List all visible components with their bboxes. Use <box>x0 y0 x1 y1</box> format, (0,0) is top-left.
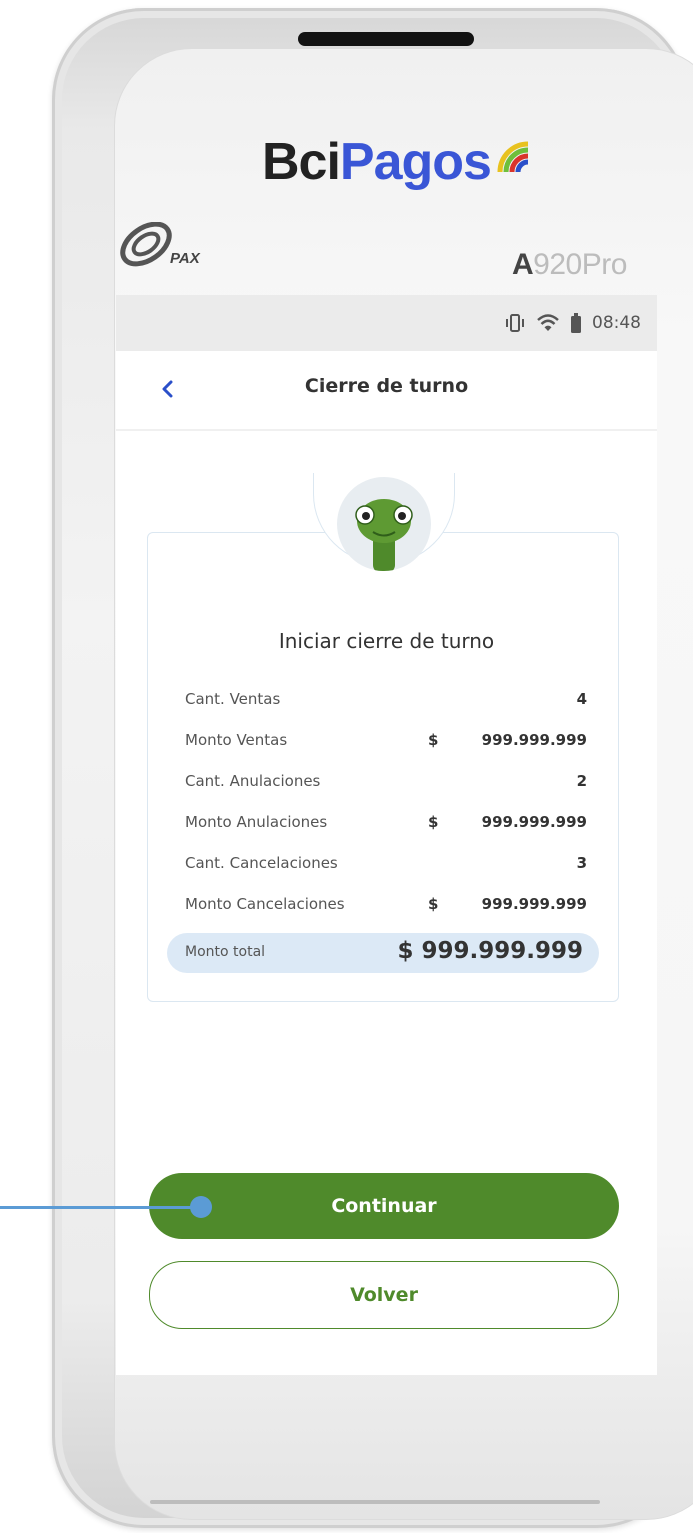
row-value: 999.999.999 <box>481 895 587 913</box>
logo-bci-text: Bci <box>262 133 341 191</box>
summary-row-monto-anulaciones: Monto Anulaciones $ 999.999.999 <box>167 803 587 844</box>
row-value: 3 <box>576 854 587 872</box>
wifi-icon <box>537 314 559 331</box>
status-icons: 08:48 <box>504 311 641 335</box>
summary-row-cant-ventas: Cant. Ventas 4 <box>167 680 587 721</box>
row-value: 2 <box>576 772 587 790</box>
continue-button[interactable]: Continuar <box>149 1173 619 1239</box>
page-title: Cierre de turno <box>304 375 469 397</box>
total-value: $ 999.999.999 <box>397 938 583 964</box>
logo-pagos-text: Pagos <box>339 133 492 191</box>
row-label: Monto Cancelaciones <box>185 895 345 913</box>
summary-row-cant-cancelaciones: Cant. Cancelaciones 3 <box>167 844 587 885</box>
annotation-pointer-line <box>0 1206 200 1209</box>
summary-rows: Cant. Ventas 4 Monto Ventas $ 999.999.99… <box>167 680 587 926</box>
model-prefix: A <box>512 248 534 281</box>
summary-row-monto-ventas: Monto Ventas $ 999.999.999 <box>167 721 587 762</box>
status-bar: 08:48 <box>116 295 657 351</box>
device-model: A920Pro <box>512 248 627 282</box>
row-currency: $ <box>428 813 439 831</box>
summary-row-monto-cancelaciones: Monto Cancelaciones $ 999.999.999 <box>167 885 587 926</box>
row-currency: $ <box>428 731 439 749</box>
turtle-mascot-icon <box>355 499 413 571</box>
row-value: 999.999.999 <box>481 731 587 749</box>
bcipagos-logo: BciPagos <box>262 132 492 202</box>
row-label: Cant. Ventas <box>185 690 281 708</box>
signal-waves-icon <box>497 141 529 173</box>
row-label: Cant. Anulaciones <box>185 772 321 790</box>
row-label: Monto Anulaciones <box>185 813 328 831</box>
row-label: Cant. Cancelaciones <box>185 854 338 872</box>
annotation-pointer-dot <box>190 1196 212 1218</box>
row-currency: $ <box>428 895 439 913</box>
device-bottom-edge <box>150 1500 600 1504</box>
total-amount-row: Monto total $ 999.999.999 <box>167 933 599 973</box>
back-text-button[interactable]: Volver <box>149 1261 619 1329</box>
maker-name: PAX <box>170 250 200 267</box>
vibrate-icon <box>506 314 524 332</box>
summary-row-cant-anulaciones: Cant. Anulaciones 2 <box>167 762 587 803</box>
battery-icon <box>571 313 581 333</box>
device-speaker <box>298 32 474 46</box>
model-rest: 920Pro <box>533 248 627 281</box>
status-time: 08:48 <box>592 313 641 333</box>
total-label: Monto total <box>185 944 266 960</box>
turtle-mascot-avatar <box>337 477 431 571</box>
row-value: 999.999.999 <box>481 813 587 831</box>
row-value: 4 <box>576 690 587 708</box>
row-label: Monto Ventas <box>185 731 288 749</box>
app-header: Cierre de turno <box>116 351 657 431</box>
card-title: Iniciar cierre de turno <box>278 629 495 653</box>
